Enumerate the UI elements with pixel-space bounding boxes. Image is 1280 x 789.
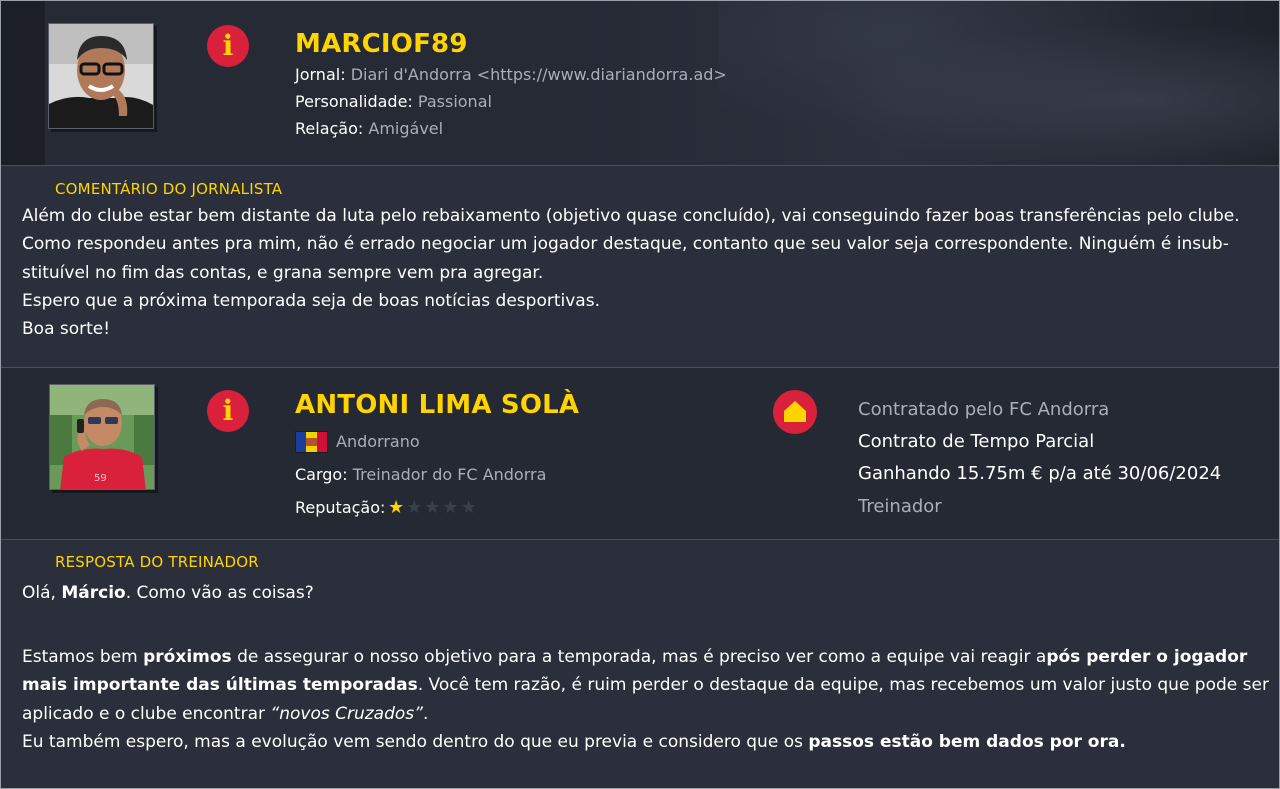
personality-value: Passional [417,92,492,111]
coach-response-title: RESPOSTA DO TREINADOR [55,553,259,571]
comment-line: Boa sorte! [22,319,111,340]
response-paragraph: Estamos bem próximos de assegurar o noss… [22,643,1272,756]
journalist-avatar[interactable] [48,23,154,129]
coach-info-icon[interactable]: i [207,390,249,432]
response-text: Eu também espero, mas a evolução vem sen… [22,731,809,752]
response-text: . [422,703,429,724]
response-bold: passos estão bem dados por ora. [808,731,1126,752]
home-icon [773,390,817,434]
svg-text:59: 59 [94,473,107,484]
comment-line: Espero que a próxima temporada seja de b… [22,290,600,311]
role-value[interactable]: Treinador do FC Andorra [353,465,547,484]
response-bold: pós perder o jogador [1046,647,1248,667]
journalist-personality: Personalidade: Passional [295,92,492,111]
contract-wage: Ganhando 15.75m € p/a até 30/06/2024 [858,463,1222,484]
comment-line: Como respondeu antes pra mim, não é erra… [22,234,1229,255]
relation-label: Relação: [295,119,364,138]
response-text: . Como vão as coisas? [125,583,314,603]
journalist-relation: Relação: Amigável [295,119,443,138]
relation-value: Amigável [368,119,444,138]
journalist-info-icon[interactable]: i [207,25,249,67]
coach-role: Cargo: Treinador do FC Andorra [295,465,546,484]
journalist-comment-title: COMENTÁRIO DO JORNALISTA [55,180,283,198]
response-italic: “novos Cruzados” [270,703,423,724]
contract-club[interactable]: Contratado pelo FC Andorra [858,399,1109,420]
comment-line: Além do clube estar bem distante da luta… [22,206,1240,226]
star-empty-icon: ★ [442,497,459,518]
nationality-value[interactable]: Andorrano [336,432,420,451]
reputation-stars: ★ ★ ★ ★ ★ [388,498,477,518]
response-text: Olá, [22,583,62,603]
role-label: Cargo: [295,465,348,484]
response-bold: Márcio [61,583,126,603]
star-empty-icon: ★ [460,497,477,518]
journalist-newspaper: Jornal: Diari d'Andorra <https://www.dia… [295,65,727,84]
coach-avatar[interactable]: 59 [49,384,155,490]
response-bold: próximos [143,647,232,667]
andorra-flag-icon [295,431,328,453]
response-bold: mais importante das últimas temporadas [22,675,418,696]
contract-role: Treinador [858,496,942,517]
coach-nationality: Andorrano [336,432,420,451]
coach-header [1,368,1279,540]
response-text: Estamos bem [22,647,144,667]
coach-reputation: Reputação: [295,498,385,517]
response-greeting: Olá, Márcio. Como vão as coisas? [22,579,1272,607]
header-background-art [719,1,1279,165]
response-text: . Você tem razão, é ruim perder o destaq… [417,675,1269,696]
journalist-name[interactable]: MARCIOF89 [295,29,468,59]
response-text: de assegurar o nosso objetivo para a tem… [231,647,1047,667]
press-conference-panel: i MARCIOF89 Jornal: Diari d'Andorra <htt… [0,0,1280,789]
info-glyph: i [222,394,234,427]
response-text: aplicado e o clube encontrar [22,703,271,724]
star-empty-icon: ★ [424,497,441,518]
header-shade [1,1,45,165]
star-empty-icon: ★ [406,497,423,518]
reputation-label: Reputação: [295,498,386,517]
newspaper-value[interactable]: Diari d'Andorra <https://www.diariandorr… [351,65,727,84]
comment-line: stituível no fim das contas, e grana sem… [22,262,544,283]
journalist-comment-text: Além do clube estar bem distante da luta… [22,202,1272,343]
coach-name[interactable]: ANTONI LIMA SOLÀ [295,390,579,420]
star-filled-icon: ★ [388,497,405,518]
contract-type: Contrato de Tempo Parcial [858,431,1095,452]
info-glyph: i [222,29,234,62]
personality-label: Personalidade: [295,92,413,111]
newspaper-label: Jornal: [295,65,346,84]
